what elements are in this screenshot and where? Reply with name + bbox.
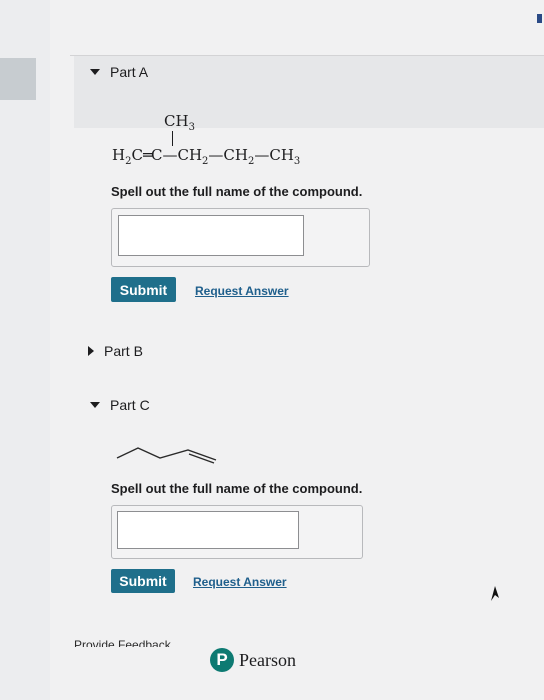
caret-right-icon [88,346,94,356]
pearson-logo-icon: P [210,648,234,672]
part-c-title: Part C [110,397,150,413]
pearson-brand: P Pearson [210,648,296,672]
structural-formula: CH3 H2C═C—CH2—CH2—CH3 [112,112,392,174]
part-c-answer-input[interactable] [117,511,299,549]
part-c-toggle[interactable]: Part C [90,397,150,413]
formula-branch: CH3 [164,112,195,133]
part-c-request-answer-link[interactable]: Request Answer [193,575,287,589]
part-b-title: Part B [104,343,143,359]
part-c-prompt: Spell out the full name of the compound. [111,481,363,496]
part-a-title: Part A [110,64,149,80]
part-a-toggle[interactable]: Part A [90,64,148,80]
caret-down-icon [90,402,100,408]
scrollbar-thumb[interactable] [537,14,542,23]
mouse-pointer-icon [491,586,499,601]
part-c-submit-button[interactable]: Submit [111,569,175,593]
sidebar-tab[interactable] [0,58,36,100]
provide-feedback-link[interactable]: Provide Feedback [74,637,171,647]
part-a-prompt: Spell out the full name of the compound. [111,184,363,199]
left-sidebar [0,0,50,700]
skeletal-structure [116,447,217,464]
formula-bond-vertical [172,131,173,146]
formula-chain: H2C═C—CH2—CH2—CH3 [112,146,301,167]
part-a-request-answer-link[interactable]: Request Answer [195,284,289,298]
part-a-submit-button[interactable]: Submit [111,277,176,302]
part-b-toggle[interactable]: Part B [88,343,143,359]
pearson-wordmark: Pearson [239,649,296,670]
part-a-answer-input[interactable] [118,215,304,256]
caret-down-icon [90,69,100,75]
